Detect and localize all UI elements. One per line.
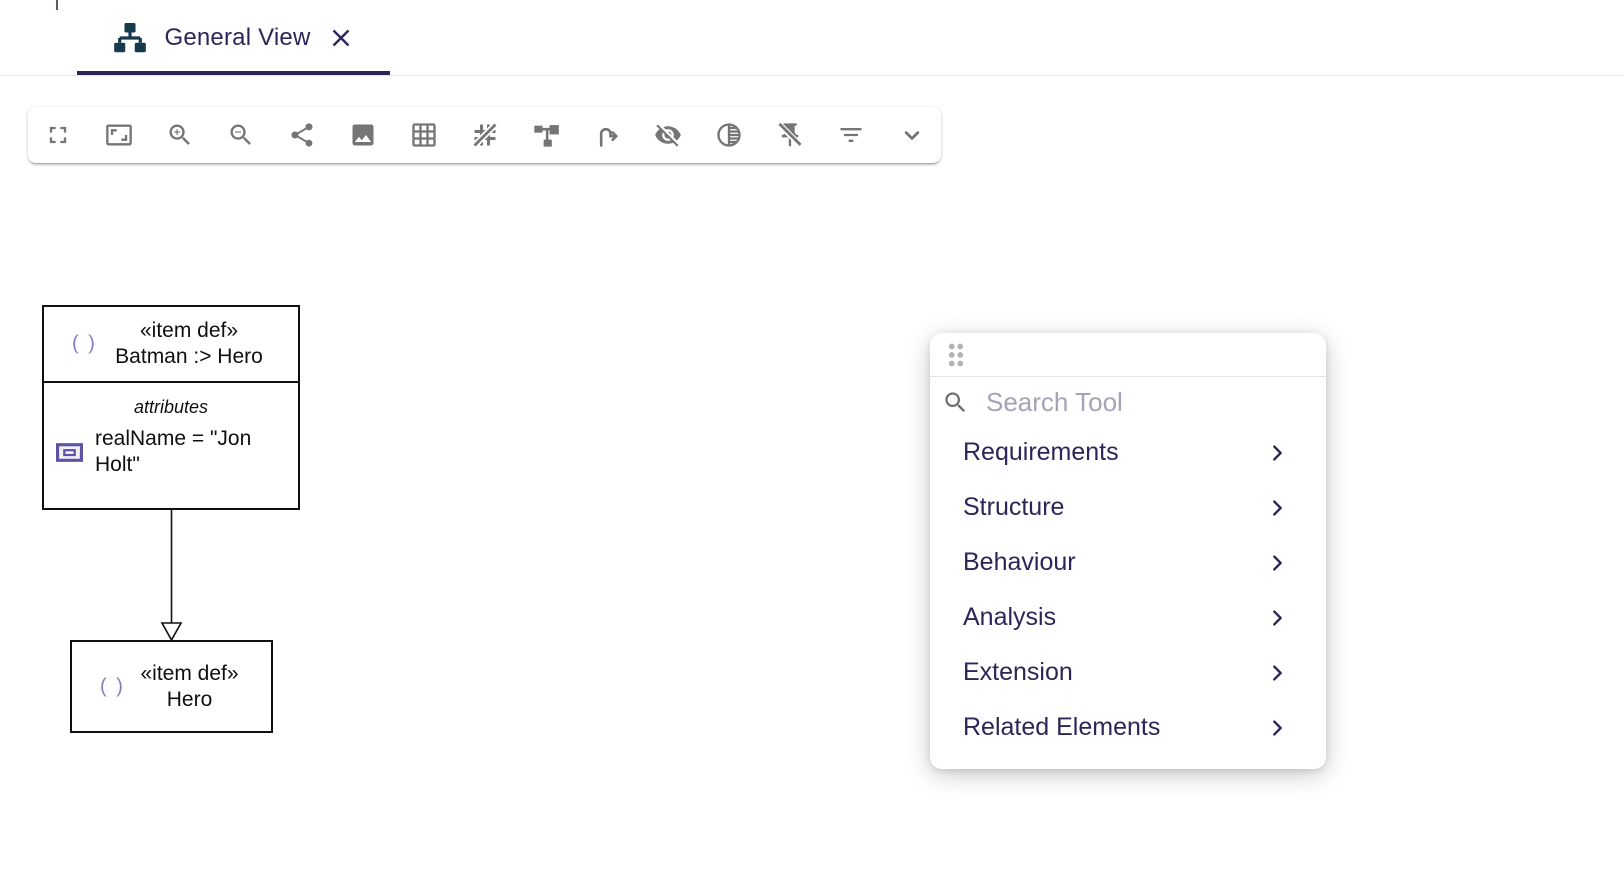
node-stereotype: «item def» [80, 318, 298, 344]
search-input[interactable] [986, 387, 1314, 418]
palette-section-structure[interactable]: Structure [930, 480, 1326, 535]
fit-to-screen-button[interactable] [105, 121, 133, 149]
attribute-row[interactable]: realName = "Jon Holt" [44, 418, 298, 478]
edge-routing-button[interactable] [593, 121, 621, 149]
arrange-all-icon [532, 121, 560, 149]
zoom-in-icon [166, 121, 194, 149]
palette-section-behaviour[interactable]: Behaviour [930, 535, 1326, 590]
grid-button[interactable] [410, 121, 438, 149]
chevron-right-icon [1266, 442, 1288, 464]
node-batman[interactable]: ( ) «item def» Batman :> Hero attributes… [42, 305, 300, 510]
node-name: Hero [108, 687, 271, 713]
palette-search [930, 379, 1326, 425]
unpin-elements-icon [776, 121, 804, 149]
chevron-right-icon [1266, 552, 1288, 574]
chevron-right-icon [1266, 497, 1288, 519]
edge-routing-icon [593, 121, 621, 149]
zoom-out-button[interactable] [227, 121, 255, 149]
chevron-right-icon [1266, 662, 1288, 684]
fit-to-screen-icon [105, 121, 133, 149]
diagram-toolbar [28, 107, 941, 163]
tab-general-view[interactable]: General View [77, 0, 390, 75]
node-name: Batman :> Hero [80, 344, 298, 370]
expand-toolbar-icon [898, 121, 926, 149]
fade-elements-icon [715, 121, 743, 149]
item-def-icon: ( ) [72, 333, 97, 356]
arrange-all-button[interactable] [532, 121, 560, 149]
share-icon [288, 121, 316, 149]
diagram-tree-icon [111, 19, 149, 57]
chevron-right-icon [1266, 607, 1288, 629]
compartment-label: attributes [44, 397, 298, 418]
app-root: General View [0, 0, 1624, 890]
unpin-elements-button[interactable] [776, 121, 804, 149]
tool-palette: Requirements Structure Behaviour Analysi… [930, 333, 1326, 769]
filter-icon [837, 121, 865, 149]
hide-elements-icon [654, 121, 682, 149]
zoom-out-icon [227, 121, 255, 149]
node-header: ( ) «item def» Batman :> Hero [44, 307, 298, 383]
window-edge-artifact [56, 0, 58, 10]
node-header: ( ) «item def» Hero [72, 642, 271, 731]
attribute-text: realName = "Jon Holt" [95, 426, 285, 478]
diagram-canvas[interactable]: ( ) «item def» Batman :> Hero attributes… [0, 77, 1624, 890]
fade-elements-button[interactable] [715, 121, 743, 149]
attributes-compartment: attributes realName = "Jon Holt" [44, 383, 298, 478]
fullscreen-button[interactable] [44, 121, 72, 149]
grid-icon [410, 121, 438, 149]
export-image-icon [349, 121, 377, 149]
node-stereotype: «item def» [108, 661, 271, 687]
palette-section-requirements[interactable]: Requirements [930, 425, 1326, 480]
palette-menu: Requirements Structure Behaviour Analysi… [930, 425, 1326, 755]
palette-section-extension[interactable]: Extension [930, 645, 1326, 700]
zoom-in-button[interactable] [166, 121, 194, 149]
item-def-icon: ( ) [100, 675, 125, 698]
node-hero[interactable]: ( ) «item def» Hero [70, 640, 273, 733]
search-icon [942, 389, 969, 416]
attribute-icon [56, 443, 83, 462]
palette-section-analysis[interactable]: Analysis [930, 590, 1326, 645]
tab-bar: General View [0, 0, 1624, 76]
filter-button[interactable] [837, 121, 865, 149]
grid-off-icon [471, 121, 499, 149]
share-button[interactable] [288, 121, 316, 149]
palette-drag-handle[interactable] [930, 333, 1326, 377]
export-image-button[interactable] [349, 121, 377, 149]
expand-toolbar-button[interactable] [898, 121, 926, 149]
hide-elements-button[interactable] [654, 121, 682, 149]
close-icon[interactable] [326, 23, 356, 53]
drag-indicator-icon [939, 338, 973, 372]
palette-section-related-elements[interactable]: Related Elements [930, 700, 1326, 755]
active-tab-indicator [77, 71, 390, 75]
tab-label: General View [164, 24, 310, 52]
chevron-right-icon [1266, 717, 1288, 739]
grid-off-button[interactable] [471, 121, 499, 149]
fullscreen-icon [44, 121, 72, 149]
